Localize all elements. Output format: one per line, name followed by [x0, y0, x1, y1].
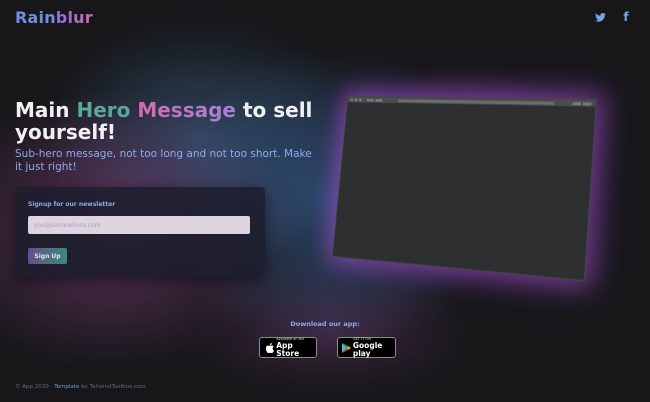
- hero-subtitle: Sub-hero message, not too long and not t…: [15, 148, 312, 173]
- download-title: Download our app:: [290, 320, 360, 328]
- browser-toolbar: [347, 96, 596, 107]
- newsletter-title: Signup for our newsletter: [28, 201, 116, 208]
- window-controls: [350, 98, 362, 102]
- hero-title-message: Message: [137, 98, 236, 122]
- nav-buttons: [366, 98, 383, 102]
- footer-credit-link[interactable]: TailwindToolbox.com: [90, 384, 146, 390]
- footer-template-link[interactable]: Template: [54, 384, 79, 390]
- signup-button[interactable]: Sign Up: [28, 248, 67, 264]
- toolbar-buttons: [572, 101, 592, 106]
- google-play-badge[interactable]: GET IT ON Google play: [337, 337, 396, 358]
- google-play-label: Google play: [352, 341, 383, 358]
- twitter-icon[interactable]: [594, 10, 606, 24]
- hero-title-main: Main: [15, 98, 77, 122]
- google-play-icon: [341, 342, 353, 353]
- hero-title-hero: Hero: [76, 98, 131, 122]
- browser-window: [331, 95, 598, 282]
- social-links: f: [594, 10, 632, 24]
- logo-part-rain: Rain: [15, 8, 56, 27]
- logo[interactable]: Rainblur: [15, 8, 93, 27]
- apple-icon: [263, 342, 276, 353]
- hero-title: Main Hero Message to sell yourself!: [15, 99, 315, 143]
- footer-by: by: [79, 384, 90, 390]
- newsletter-card: Signup for our newsletter Sign Up: [15, 187, 265, 277]
- app-store-label: App Store: [276, 341, 300, 358]
- email-input[interactable]: [28, 216, 250, 234]
- footer-copyright: © App 2020 -: [15, 384, 55, 390]
- browser-mockup: [314, 86, 604, 282]
- facebook-icon[interactable]: f: [620, 10, 632, 24]
- address-bar: [397, 98, 555, 105]
- footer: © App 2020 - Template by TailwindToolbox…: [15, 384, 146, 390]
- app-store-badge[interactable]: Available on the App Store: [259, 337, 317, 358]
- logo-part-blur: blur: [55, 8, 93, 27]
